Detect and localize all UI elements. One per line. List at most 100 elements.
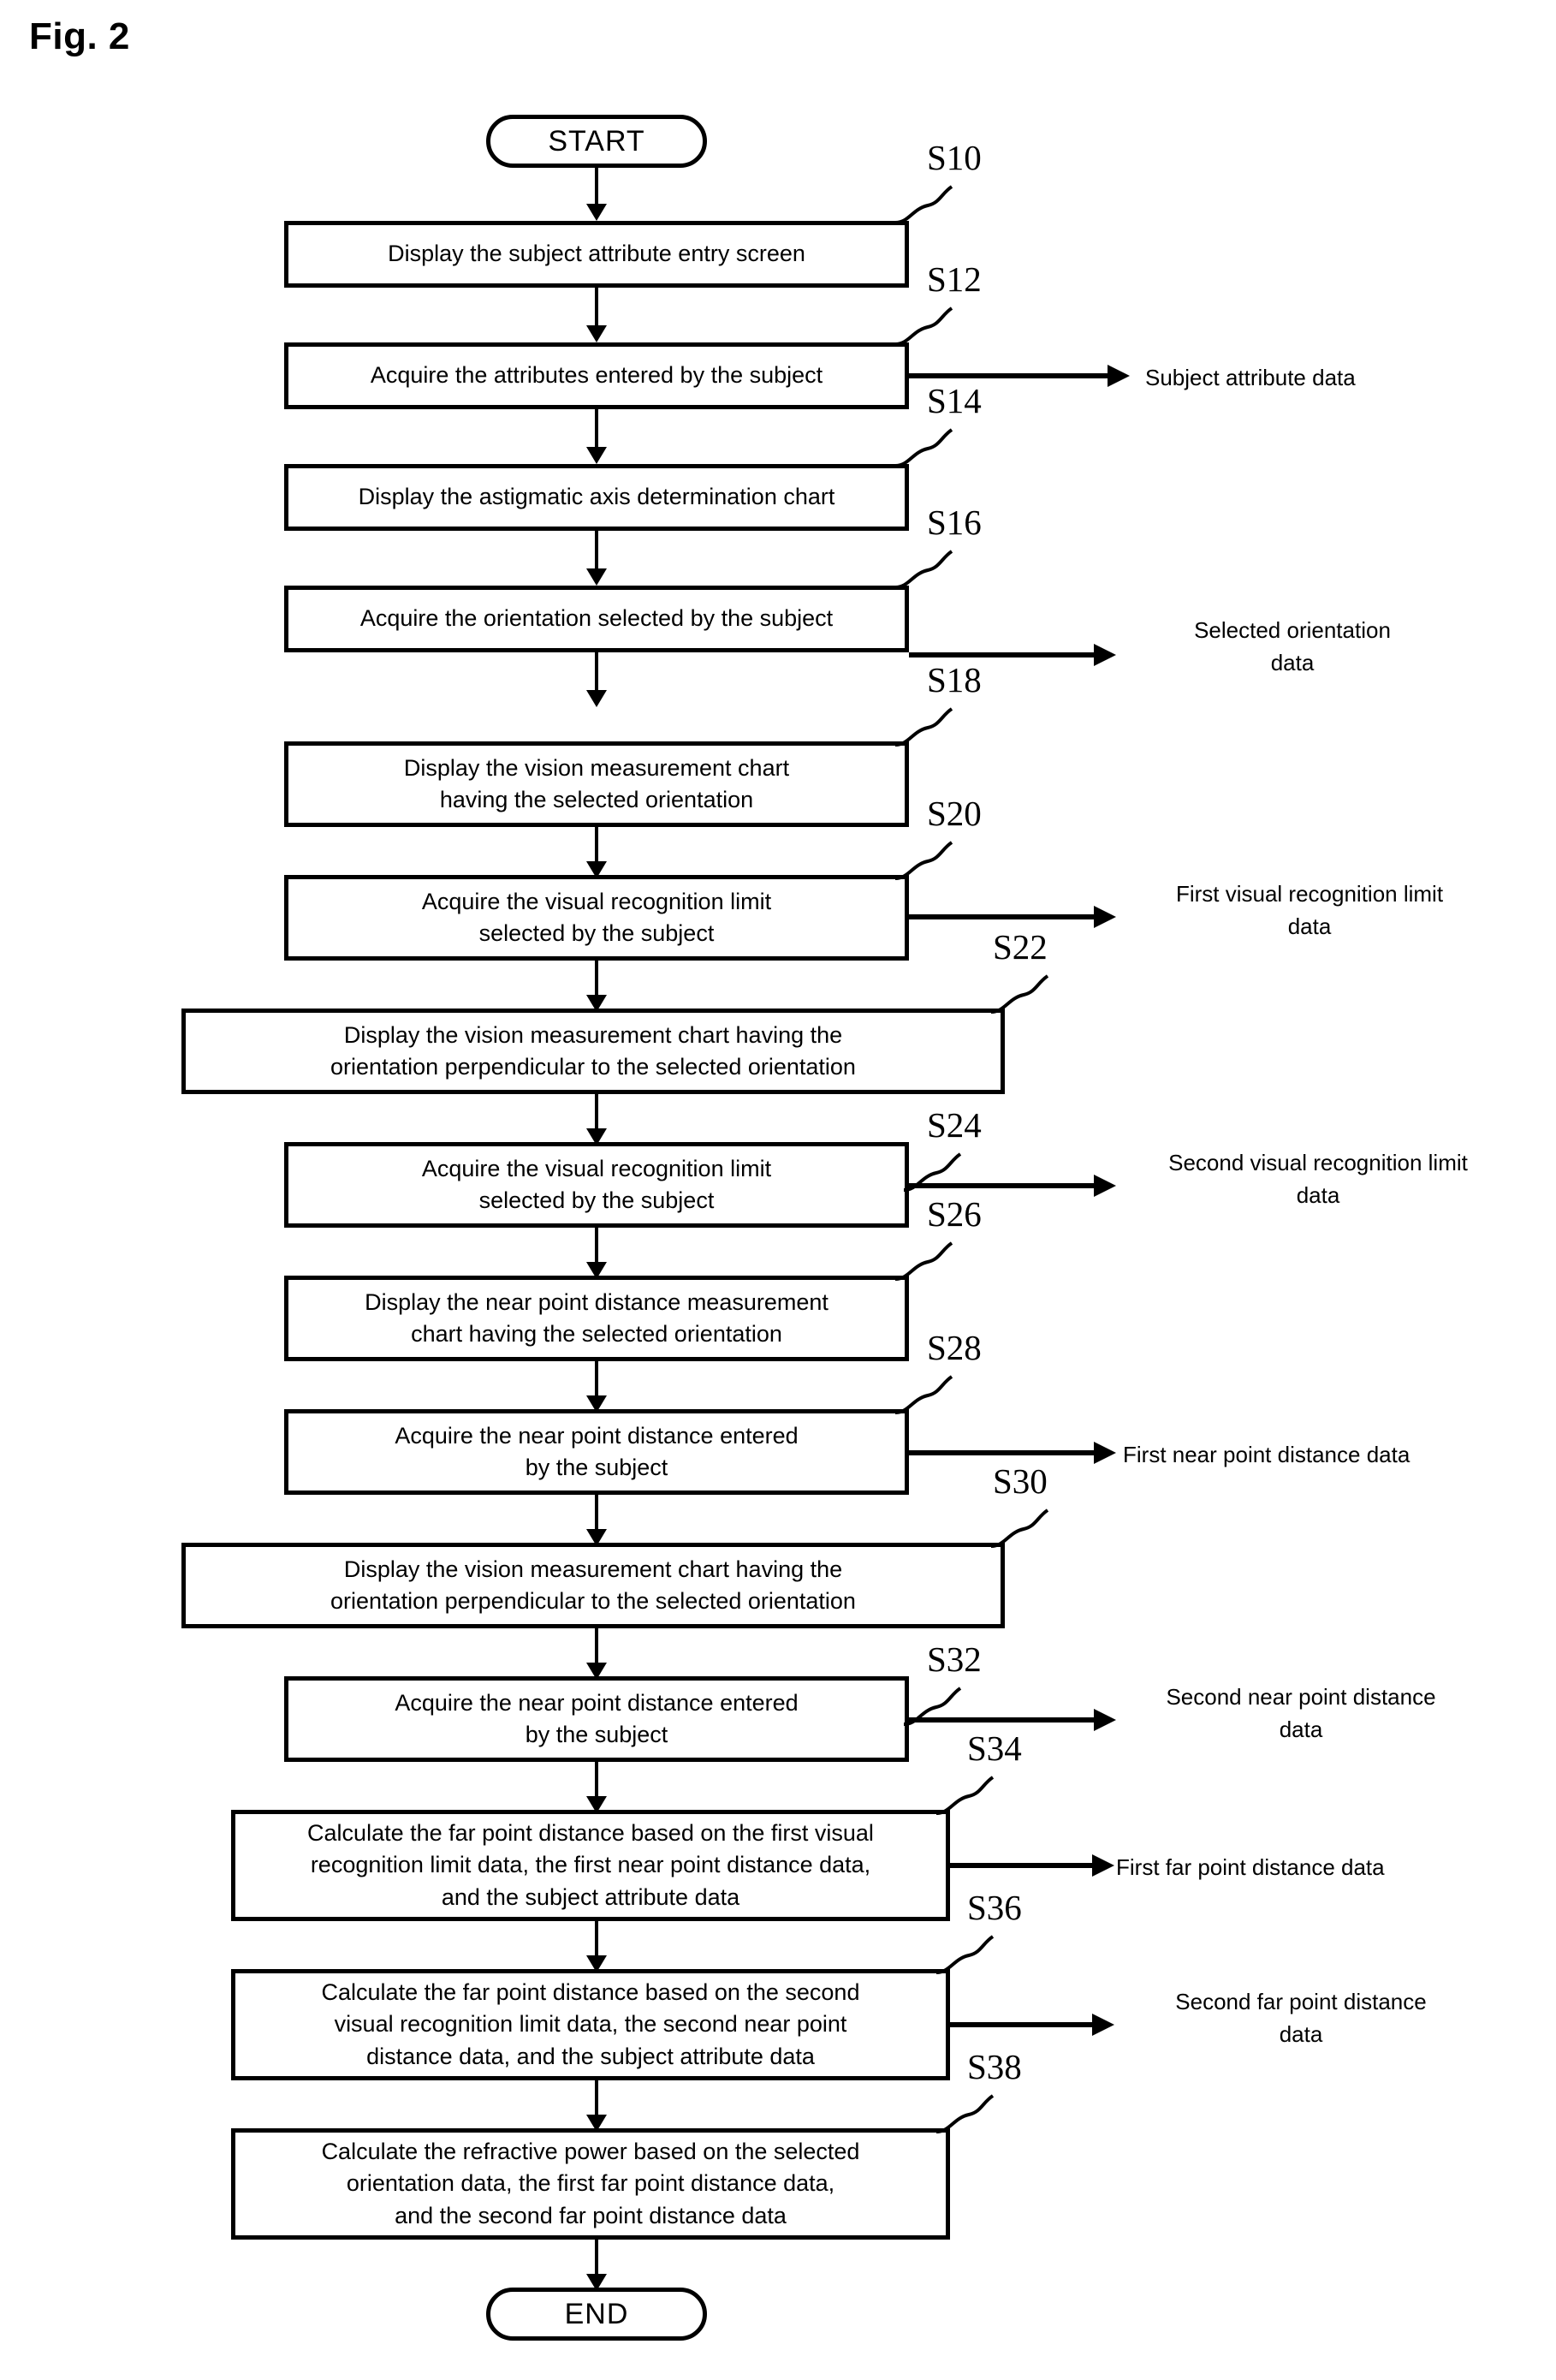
output-label-s28-line-0: First near point distance data: [1123, 1442, 1410, 1467]
step-number-s32: S32: [927, 1639, 982, 1679]
connector-s14-s16: [595, 531, 598, 572]
step-number-s24: S24: [927, 1105, 982, 1145]
connector-s28-s30: [595, 1495, 598, 1532]
output-label-s34: First far point distance data: [1116, 1852, 1527, 1884]
output-label-s34-line-0: First far point distance data: [1116, 1854, 1385, 1880]
process-box-s36-line-1: visual recognition limit data, the secon…: [334, 2011, 847, 2038]
process-box-s28-line-1: by the subject: [525, 1455, 668, 1480]
connector-s36-s38: [595, 2080, 598, 2118]
process-box-s24-line-1: selected by the subject: [478, 1187, 715, 1213]
process-box-s26-line-0: Display the near point distance measurem…: [365, 1288, 828, 1315]
process-box-s38-line-1: orientation data, the first far point di…: [346, 2170, 835, 2197]
output-label-s32-line-0: Second near point distance: [1166, 1684, 1436, 1710]
process-box-s24: Acquire the visual recognition limit sel…: [284, 1142, 909, 1228]
process-box-s26: Display the near point distance measurem…: [284, 1276, 909, 1361]
process-box-s34: Calculate the far point distance based o…: [231, 1810, 950, 1921]
connector-s12-s14: [595, 409, 598, 450]
connector-s24-s26: [595, 1228, 598, 1265]
process-box-s28-line-0: Acquire the near point distance entered: [395, 1422, 799, 1449]
connector-s32-s34: [595, 1762, 598, 1800]
output-arrow-head-s34: [1092, 1854, 1114, 1877]
output-label-s16-line-0: Selected orientation: [1194, 617, 1391, 643]
output-label-s36-line-1: data: [1279, 2020, 1323, 2047]
process-box-s18-line-0: Display the vision measurement chart: [403, 754, 790, 781]
output-label-s16-line-1: data: [1270, 649, 1315, 675]
process-box-s24-line-0: Acquire the visual recognition limit: [421, 1155, 772, 1181]
output-label-s36-line-0: Second far point distance: [1175, 1989, 1427, 2014]
connector-s26-s28: [595, 1361, 598, 1399]
connector-start-s10: [595, 168, 598, 207]
process-box-s28: Acquire the near point distance entered …: [284, 1409, 909, 1495]
process-box-s32-line-0: Acquire the near point distance entered: [395, 1689, 799, 1716]
process-box-s10-line-0: Display the subject attribute entry scre…: [388, 241, 805, 267]
process-box-s12-line-0: Acquire the attributes entered by the su…: [370, 362, 823, 389]
output-label-s12: Subject attribute data: [1145, 362, 1522, 395]
process-box-s38-line-2: and the second far point distance data: [395, 2202, 787, 2228]
terminal-start-label: START: [548, 124, 645, 158]
step-number-s16: S16: [927, 503, 982, 542]
step-number-s36: S36: [967, 1888, 1022, 1927]
output-arrow-line-s36: [950, 2022, 1097, 2027]
process-box-s20-line-0: Acquire the visual recognition limit: [421, 888, 772, 914]
process-box-s22-line-1: orientation perpendicular to the selecte…: [330, 1054, 856, 1080]
connector-s16-s18: [595, 652, 598, 693]
process-box-s18-line-1: having the selected orientation: [439, 787, 754, 812]
process-box-s36-line-0: Calculate the far point distance based o…: [321, 1979, 860, 2006]
output-label-s12-line-0: Subject attribute data: [1145, 365, 1356, 390]
figure-canvas: Fig. 2 START Display the subject attribu…: [0, 0, 1556, 2380]
output-arrow-line-s20: [909, 914, 1099, 919]
output-label-s20-line-1: data: [1287, 913, 1332, 939]
step-number-s38: S38: [967, 2047, 1022, 2086]
connector-start-s10-arrowhead: [586, 204, 607, 221]
connector-s16-s18-arrowhead: [586, 690, 607, 707]
output-arrow-line-s28: [909, 1450, 1099, 1455]
output-label-s20-line-0: First visual recognition limit: [1175, 881, 1444, 907]
process-box-s34-line-1: recognition limit data, the first near p…: [310, 1852, 871, 1878]
process-box-s32-line-1: by the subject: [525, 1722, 668, 1747]
process-box-s22-line-0: Display the vision measurement chart hav…: [343, 1021, 843, 1048]
step-number-s28: S28: [927, 1328, 982, 1367]
process-box-s14-line-0: Display the astigmatic axis determinatio…: [358, 484, 835, 510]
output-label-s24-line-1: data: [1296, 1181, 1340, 1208]
process-box-s10: Display the subject attribute entry scre…: [284, 221, 909, 288]
connector-s22-s24: [595, 1094, 598, 1132]
connector-s14-s16-arrowhead: [586, 568, 607, 586]
step-number-s14: S14: [927, 381, 982, 420]
terminal-end-label: END: [564, 2297, 629, 2330]
step-number-s34: S34: [967, 1728, 1022, 1768]
connector-s10-s12-arrowhead: [586, 325, 607, 342]
connector-s34-s36: [595, 1921, 598, 1959]
output-label-s32: Second near point distance data: [1113, 1681, 1489, 1746]
step-number-s22: S22: [993, 927, 1048, 967]
process-box-s34-line-2: and the subject attribute data: [441, 1883, 740, 1910]
connector-s18-s20: [595, 827, 598, 865]
process-box-s16: Acquire the orientation selected by the …: [284, 586, 909, 652]
output-arrow-line-s34: [950, 1863, 1097, 1868]
step-number-s20: S20: [927, 794, 982, 833]
process-box-s16-line-0: Acquire the orientation selected by the …: [359, 605, 834, 632]
process-box-s38-line-0: Calculate the refractive power based on …: [321, 2139, 860, 2165]
process-box-s36: Calculate the far point distance based o…: [231, 1969, 950, 2080]
output-arrow-head-s16: [1094, 644, 1116, 666]
output-arrow-line-s12: [909, 373, 1113, 378]
process-box-s38: Calculate the refractive power based on …: [231, 2128, 950, 2240]
process-box-s14: Display the astigmatic axis determinatio…: [284, 464, 909, 531]
output-label-s36: Second far point distance data: [1113, 1986, 1489, 2050]
step-number-s30: S30: [993, 1461, 1048, 1501]
process-box-s20-line-1: selected by the subject: [478, 920, 715, 946]
step-number-s10: S10: [927, 138, 982, 177]
output-label-s20: First visual recognition limit data: [1113, 878, 1506, 943]
process-box-s30: Display the vision measurement chart hav…: [181, 1543, 1005, 1628]
output-arrow-line-s24: [909, 1183, 1099, 1188]
output-arrow-head-s28: [1094, 1442, 1116, 1464]
figure-caption: Fig. 2: [29, 15, 130, 57]
output-label-s24: Second visual recognition limit data: [1113, 1147, 1523, 1211]
process-box-s12: Acquire the attributes entered by the su…: [284, 342, 909, 409]
process-box-s18: Display the vision measurement chart hav…: [284, 741, 909, 827]
process-box-s36-line-2: distance data, and the subject attribute…: [366, 2043, 815, 2069]
process-box-s22: Display the vision measurement chart hav…: [181, 1009, 1005, 1094]
output-label-s32-line-1: data: [1279, 1716, 1323, 1742]
process-box-s34-line-0: Calculate the far point distance based o…: [307, 1820, 874, 1847]
process-box-s20: Acquire the visual recognition limit sel…: [284, 875, 909, 961]
connector-s30-s32: [595, 1628, 598, 1666]
